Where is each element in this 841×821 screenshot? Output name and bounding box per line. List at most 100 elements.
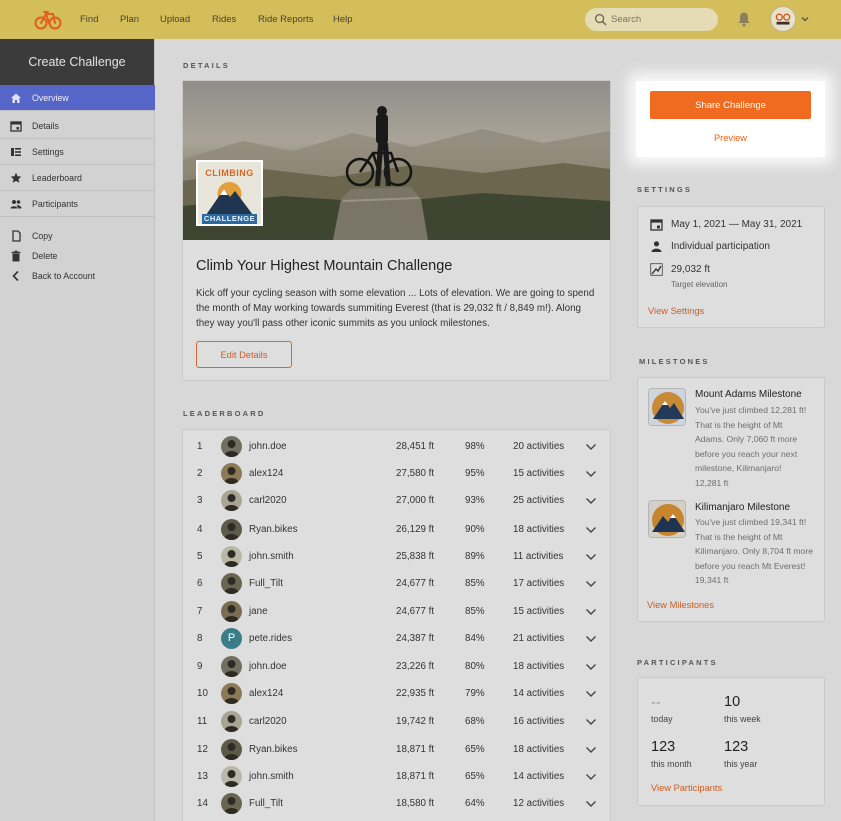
elevation-icon — [650, 263, 663, 276]
chevron-down-icon[interactable] — [585, 553, 597, 561]
chevron-down-icon[interactable] — [585, 800, 597, 808]
percent: 80% — [465, 661, 485, 672]
rank: 13 — [197, 771, 208, 782]
user-photo-icon — [224, 577, 239, 594]
milestones-card: Mount Adams Milestone You've just climbe… — [637, 377, 825, 622]
avatar-logo-icon — [775, 13, 791, 25]
table-row[interactable]: 5 john.smith 25,838 ft 89% 11 activities — [183, 543, 610, 570]
participant-name[interactable]: Ryan.bikes — [249, 524, 297, 535]
avatar — [221, 490, 242, 511]
chevron-down-icon[interactable] — [585, 526, 597, 534]
user-avatar[interactable] — [770, 6, 796, 32]
chevron-down-icon[interactable] — [585, 608, 597, 616]
bell-icon[interactable] — [737, 11, 751, 27]
month-value: 123 — [651, 739, 676, 755]
participant-name[interactable]: john.smith — [249, 551, 294, 562]
table-row[interactable]: 3 carl2020 27,000 ft 93% 25 activities — [183, 487, 610, 514]
sidebar-item-details[interactable]: Details — [0, 113, 155, 139]
nav-help[interactable]: Help — [333, 14, 353, 25]
table-row[interactable]: 14 Full_Tilt 18,580 ft 64% 12 activities — [183, 790, 610, 817]
percent: 93% — [465, 495, 485, 506]
table-row[interactable]: 7 jane 24,677 ft 85% 15 activities — [183, 598, 610, 625]
share-card: Share Challenge Preview — [636, 81, 825, 157]
chevron-down-icon[interactable] — [585, 663, 597, 671]
rank: 12 — [197, 744, 208, 755]
milestones-section-label: MILESTONES — [639, 357, 710, 366]
user-photo-icon — [224, 467, 239, 484]
nav-plan[interactable]: Plan — [120, 14, 139, 25]
percent: 90% — [465, 524, 485, 535]
sidebar-item-overview[interactable]: Overview — [0, 85, 155, 111]
sidebar-item-participants[interactable]: Participants — [0, 191, 155, 217]
percent: 85% — [465, 606, 485, 617]
elevation: 28,451 ft — [396, 441, 435, 452]
participant-name[interactable]: Ryan.bikes — [249, 744, 297, 755]
trash-icon — [11, 250, 21, 262]
chevron-down-icon[interactable] — [585, 718, 597, 726]
chevron-down-icon[interactable] — [800, 14, 810, 24]
chevron-down-icon[interactable] — [585, 773, 597, 781]
chevron-down-icon[interactable] — [585, 497, 597, 505]
search-input[interactable]: Search — [585, 8, 718, 31]
table-row[interactable]: 8 Ppete.rides 24,387 ft 84% 21 activities — [183, 625, 610, 652]
table-row[interactable]: 12 Ryan.bikes 18,871 ft 65% 18 activities — [183, 736, 610, 763]
nav-ride-reports[interactable]: Ride Reports — [258, 14, 313, 25]
sidebar-item-delete[interactable]: Delete — [0, 246, 155, 266]
elevation: 19,742 ft — [396, 716, 435, 727]
table-row[interactable]: 10 alex124 22,935 ft 79% 14 activities — [183, 680, 610, 707]
table-row[interactable]: 13 john.smith 18,871 ft 65% 14 activities — [183, 763, 610, 790]
participant-name[interactable]: john.smith — [249, 771, 294, 782]
sidebar-item-settings[interactable]: Settings — [0, 139, 155, 165]
participant-name[interactable]: alex124 — [249, 688, 283, 699]
details-card: CLIMBING CHALLENGE Climb Your Highest Mo… — [182, 80, 611, 381]
table-row[interactable]: 1 john.doe 28,451 ft 98% 20 activities — [183, 433, 610, 460]
participant-name[interactable]: Full_Tilt — [249, 798, 283, 809]
view-settings-link[interactable]: View Settings — [648, 306, 704, 316]
search-placeholder: Search — [611, 14, 642, 25]
participant-name[interactable]: Full_Tilt — [249, 578, 283, 589]
hero-image: CLIMBING CHALLENGE — [183, 81, 610, 240]
avatar — [221, 601, 242, 622]
chevron-down-icon[interactable] — [585, 635, 597, 643]
share-challenge-button[interactable]: Share Challenge — [650, 91, 811, 119]
sidebar-item-label: Settings — [32, 146, 64, 157]
preview-link[interactable]: Preview — [636, 133, 825, 143]
search-icon — [594, 13, 607, 26]
participant-name[interactable]: john.doe — [249, 441, 287, 452]
chevron-down-icon[interactable] — [585, 580, 597, 588]
bike-logo-icon[interactable] — [34, 8, 62, 30]
sidebar-item-leaderboard[interactable]: Leaderboard — [0, 165, 155, 191]
sidebar-item-copy[interactable]: Copy — [0, 226, 155, 246]
chevron-down-icon[interactable] — [585, 746, 597, 754]
sidebar-item-back-to-account[interactable]: Back to Account — [0, 266, 155, 286]
avatar: P — [221, 628, 242, 649]
activities: 21 activities — [513, 633, 565, 644]
nav-upload[interactable]: Upload — [160, 14, 190, 25]
participant-name[interactable]: pete.rides — [249, 633, 292, 644]
edit-details-button[interactable]: Edit Details — [196, 341, 292, 368]
table-row[interactable]: 9 john.doe 23,226 ft 80% 18 activities — [183, 653, 610, 680]
nav-find[interactable]: Find — [80, 14, 98, 25]
table-row[interactable]: 2 alex124 27,580 ft 95% 15 activities — [183, 460, 610, 487]
table-row[interactable]: 11 carl2020 19,742 ft 68% 16 activities — [183, 708, 610, 735]
participants-section-label: PARTICIPANTS — [637, 658, 718, 667]
copy-icon — [12, 230, 21, 242]
chevron-down-icon[interactable] — [585, 470, 597, 478]
elevation: 23,226 ft — [396, 661, 435, 672]
elevation: 27,000 ft — [396, 495, 435, 506]
month-label: this month — [651, 759, 692, 769]
table-row[interactable]: 4 Ryan.bikes 26,129 ft 90% 18 activities — [183, 516, 610, 543]
participant-name[interactable]: jane — [249, 606, 268, 617]
chevron-down-icon[interactable] — [585, 690, 597, 698]
view-milestones-link[interactable]: View Milestones — [647, 600, 714, 610]
milestone-line: before you reach your next — [695, 448, 798, 459]
participant-name[interactable]: alex124 — [249, 468, 283, 479]
activities: 18 activities — [513, 661, 565, 672]
participant-name[interactable]: carl2020 — [249, 495, 287, 506]
nav-rides[interactable]: Rides — [212, 14, 236, 25]
chevron-down-icon[interactable] — [585, 443, 597, 451]
participant-name[interactable]: carl2020 — [249, 716, 287, 727]
table-row[interactable]: 6 Full_Tilt 24,677 ft 85% 17 activities — [183, 570, 610, 597]
view-participants-link[interactable]: View Participants — [651, 783, 722, 793]
participant-name[interactable]: john.doe — [249, 661, 287, 672]
